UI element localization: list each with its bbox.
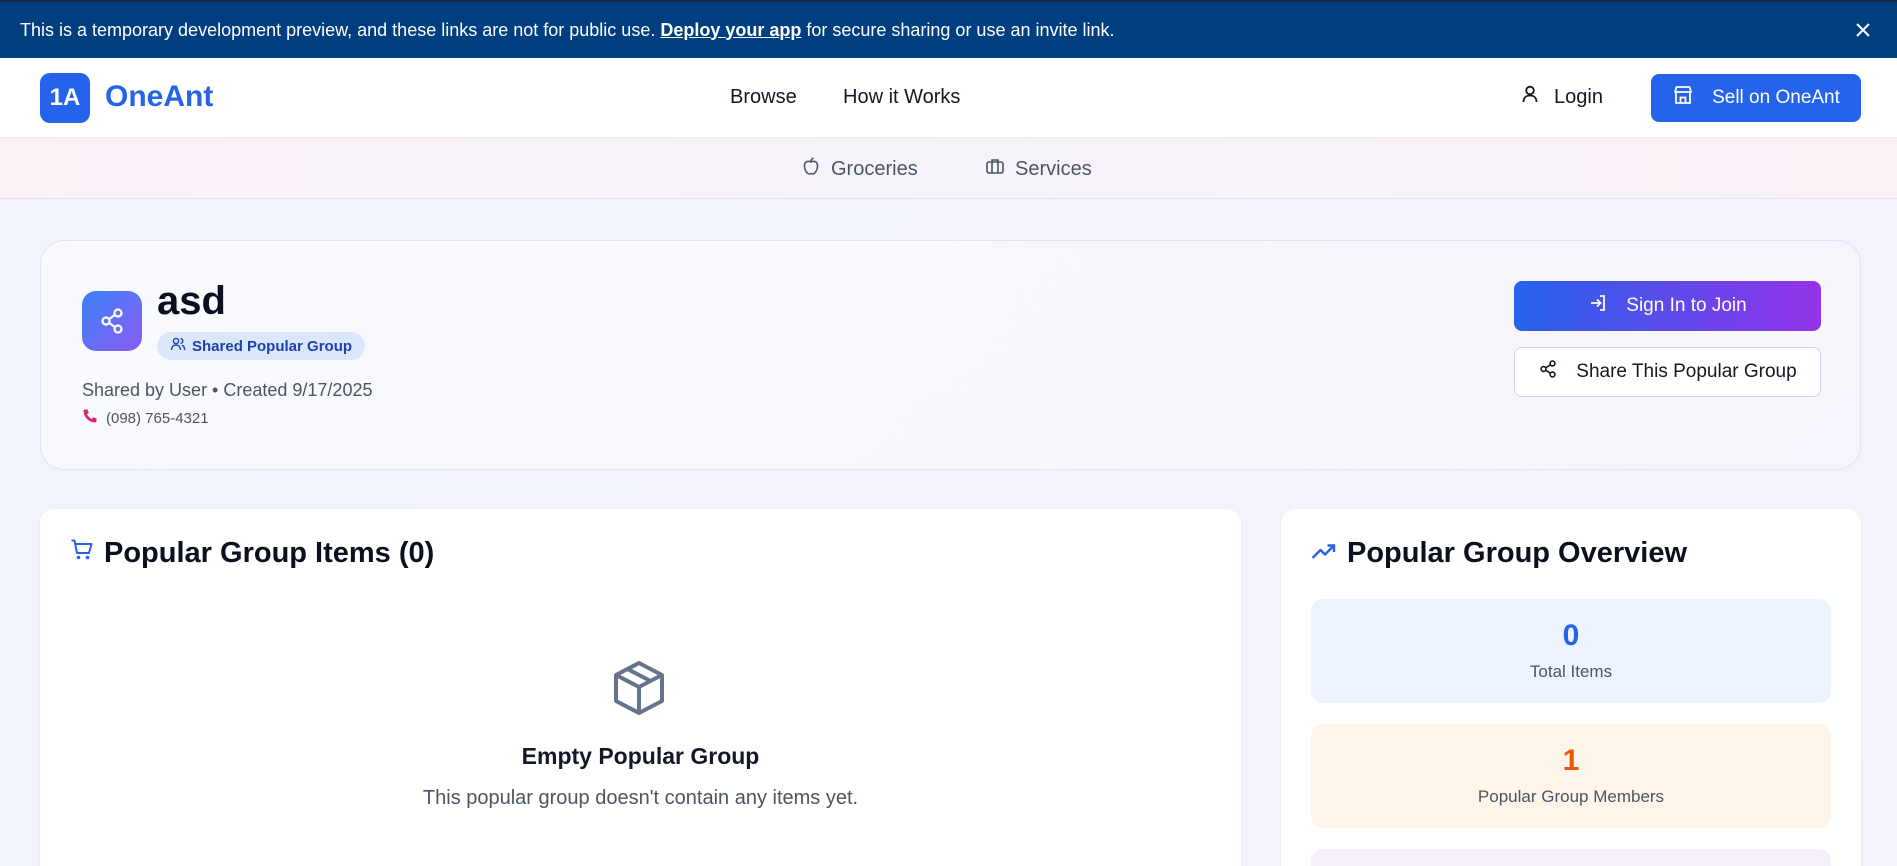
- share-label: Share This Popular Group: [1576, 361, 1797, 382]
- banner-text: This is a temporary development preview,…: [20, 19, 656, 40]
- share-group-button[interactable]: Share This Popular Group: [1514, 347, 1821, 397]
- items-title-text: Popular Group Items (0): [104, 537, 435, 569]
- banner-text-end: for secure sharing or use an invite link…: [806, 19, 1115, 40]
- share-icon: [1538, 359, 1558, 385]
- close-icon[interactable]: [1853, 20, 1873, 40]
- nav-browse[interactable]: Browse: [730, 86, 797, 109]
- user-icon: [1520, 84, 1540, 110]
- sell-label: Sell on OneAnt: [1712, 87, 1840, 108]
- stat-value: 0: [1562, 619, 1580, 652]
- nav-how-it-works[interactable]: How it Works: [843, 86, 960, 109]
- sign-in-to-join-button[interactable]: Sign In to Join: [1514, 281, 1821, 331]
- group-overview-panel: Popular Group Overview 0 Total Items 1 P…: [1281, 509, 1861, 866]
- stat-label: Total Items: [1529, 662, 1613, 681]
- deploy-app-link[interactable]: Deploy your app: [660, 20, 801, 41]
- phone-number: (098) 765-4321: [106, 409, 209, 427]
- overview-panel-title: Popular Group Overview: [1311, 537, 1687, 570]
- stat-label: Popular Group Members: [1477, 787, 1665, 806]
- logo-text[interactable]: OneAnt: [105, 80, 213, 114]
- items-panel-title: Popular Group Items (0): [70, 537, 434, 570]
- group-title: asd: [157, 279, 226, 323]
- shared-group-badge: Shared Popular Group: [157, 332, 366, 360]
- preview-banner: This is a temporary development preview,…: [0, 0, 1897, 58]
- category-services[interactable]: Services: [985, 156, 1092, 182]
- users-icon: [170, 336, 186, 356]
- apple-icon: [801, 156, 821, 182]
- sign-in-label: Sign In to Join: [1626, 295, 1747, 316]
- category-bar: Groceries Services: [0, 139, 1897, 199]
- share-icon: [82, 291, 142, 351]
- stat-total-items: 0 Total Items: [1311, 599, 1831, 703]
- category-label: Groceries: [831, 157, 918, 180]
- group-phone: (098) 765-4321: [82, 408, 209, 428]
- cart-icon: [70, 537, 94, 570]
- group-meta: Shared by User • Created 9/17/2025: [82, 380, 373, 400]
- sell-button[interactable]: Sell on OneAnt: [1651, 74, 1861, 122]
- login-button[interactable]: Login: [1520, 84, 1603, 110]
- logo-mark[interactable]: 1A: [40, 73, 90, 123]
- overview-title-text: Popular Group Overview: [1347, 537, 1688, 569]
- stat-card-partial: [1311, 849, 1831, 866]
- briefcase-icon: [985, 156, 1005, 182]
- category-label: Services: [1015, 157, 1092, 180]
- store-icon: [1672, 84, 1694, 112]
- phone-icon: [82, 408, 98, 428]
- empty-state-title: Empty Popular Group: [521, 743, 760, 769]
- login-label: Login: [1554, 85, 1603, 108]
- package-icon: [610, 659, 668, 722]
- group-card: asd Shared Popular Group Shared by User …: [40, 240, 1861, 470]
- badge-label: Shared Popular Group: [192, 337, 353, 355]
- empty-state-subtitle: This popular group doesn't contain any i…: [422, 787, 859, 809]
- login-icon: [1588, 293, 1608, 319]
- category-groceries[interactable]: Groceries: [801, 156, 918, 182]
- stat-value: 1: [1562, 744, 1580, 777]
- stat-group-members: 1 Popular Group Members: [1311, 724, 1831, 828]
- site-header: 1A OneAnt Browse How it Works Login Sell…: [0, 58, 1897, 138]
- trending-up-icon: [1311, 537, 1337, 570]
- group-items-panel: Popular Group Items (0) Empty Popular Gr…: [40, 509, 1241, 866]
